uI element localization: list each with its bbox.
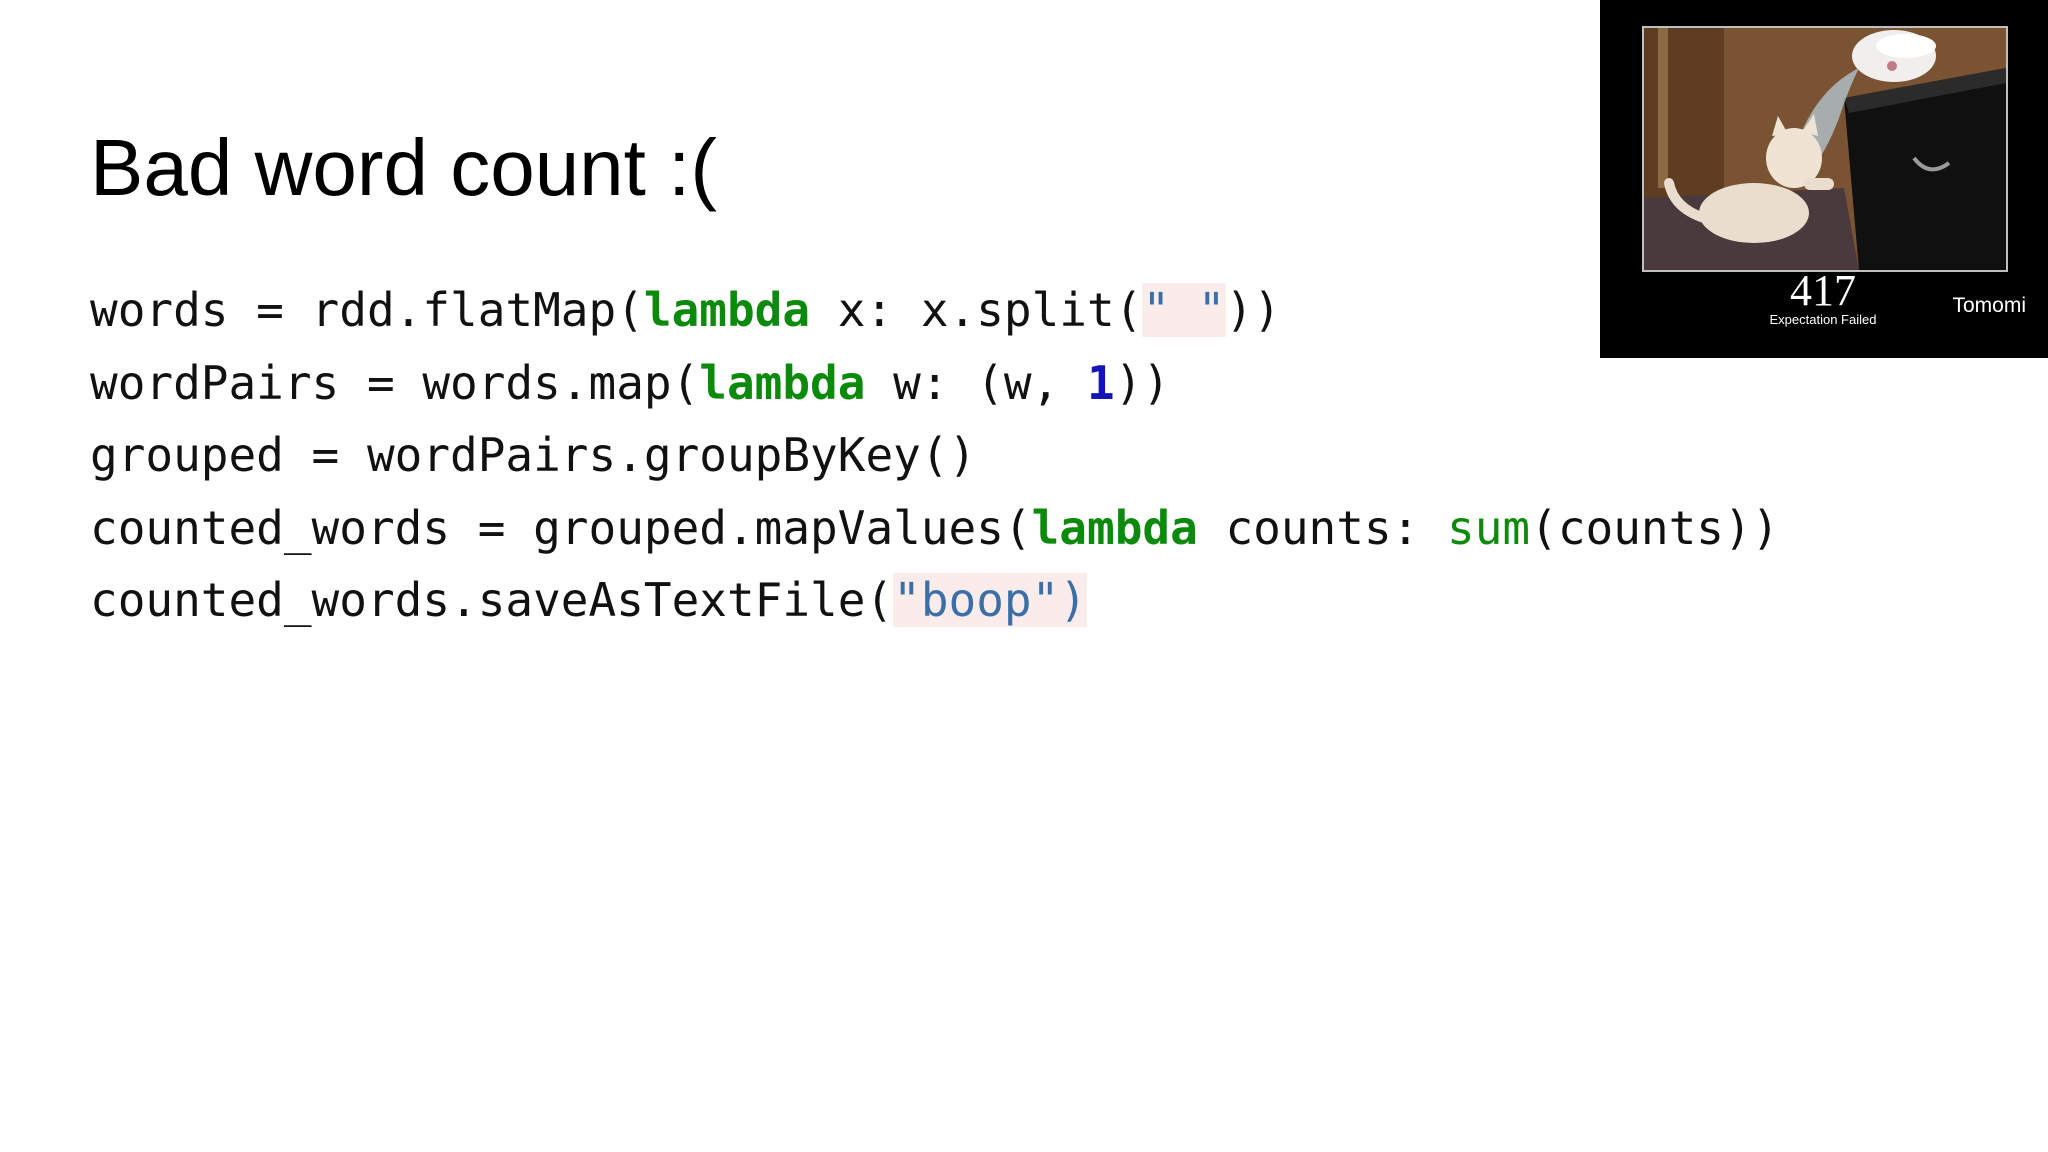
code-text: counts:	[1197, 500, 1448, 555]
string-literal: "boop")	[893, 573, 1088, 627]
cat-body-shape	[1699, 183, 1809, 243]
slide-title: Bad word count :(	[90, 123, 717, 212]
code-text: words = rdd.flatMap(	[90, 283, 644, 337]
code-text: counted_words = grouped.mapValues(	[90, 500, 1032, 555]
code-line-2: wordPairs = words.map(lambda w: (w, 1))	[90, 347, 1779, 420]
builtin-sum: sum	[1447, 500, 1531, 555]
keyword-lambda: lambda	[643, 283, 811, 337]
error-caption: Expectation Failed	[1769, 312, 1877, 327]
code-block: words = rdd.flatMap(lambda x: x.split(" …	[90, 274, 1779, 637]
door-frame-shape	[1658, 28, 1668, 188]
code-text: ))	[1114, 355, 1171, 410]
bowl-rim-shape	[1876, 34, 1936, 58]
string-literal: " "	[1142, 283, 1226, 337]
code-line-3: grouped = wordPairs.groupByKey()	[90, 419, 1779, 492]
code-line-5: counted_words.saveAsTextFile("boop")	[90, 564, 1779, 637]
code-text: wordPairs = words.map(	[90, 355, 700, 410]
presentation-slide: Bad word count :( words = rdd.flatMap(la…	[0, 0, 2048, 1152]
code-text: ))	[1225, 283, 1281, 337]
code-line-4: counted_words = grouped.mapValues(lambda…	[90, 492, 1779, 565]
code-text: counted_words.saveAsTextFile(	[90, 573, 894, 627]
code-text: (counts))	[1530, 500, 1780, 555]
keyword-lambda: lambda	[699, 355, 866, 410]
error-code: 417	[1790, 266, 1856, 315]
photo-illustration	[1644, 28, 2006, 270]
bowl-flower-shape	[1887, 61, 1897, 71]
cat-paw-shape	[1804, 178, 1834, 190]
code-text: w: (w,	[865, 355, 1088, 410]
keyword-lambda: lambda	[1031, 500, 1198, 555]
webcam-overlay: 417 Expectation Failed Tomomi	[1600, 0, 2048, 358]
code-line-1: words = rdd.flatMap(lambda x: x.split(" …	[90, 274, 1779, 347]
cat-water-bowl-image	[1642, 26, 2008, 272]
code-text: x: x.split(	[810, 283, 1143, 337]
number-literal: 1	[1087, 355, 1115, 410]
code-text: grouped = wordPairs.groupByKey()	[90, 428, 977, 482]
presenter-name: Tomomi	[1952, 294, 2026, 317]
